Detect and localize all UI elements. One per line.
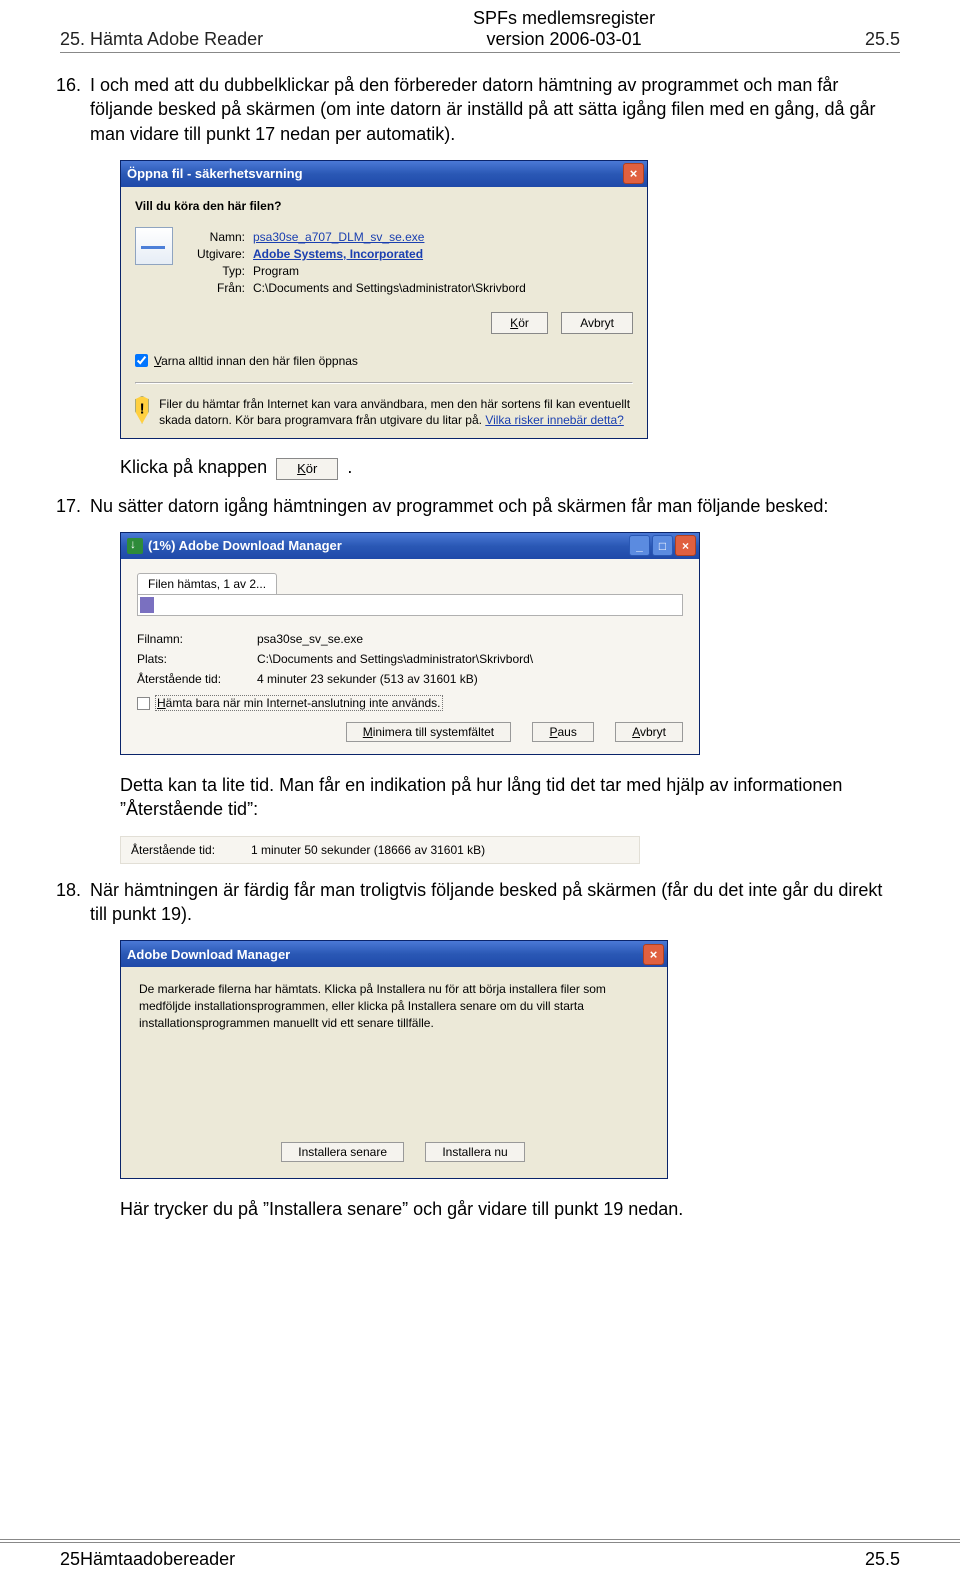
- install-dialog: Adobe Download Manager × De markerade fi…: [120, 940, 668, 1178]
- dialog1-question: Vill du köra den här filen?: [135, 199, 633, 213]
- publisher-link[interactable]: Adobe Systems, Incorporated: [253, 247, 633, 261]
- install-message: De markerade filerna har hämtats. Klicka…: [139, 981, 649, 1031]
- header-left: 25. Hämta Adobe Reader: [60, 29, 263, 50]
- page-footer: 25Hämtaadobereader 25.5: [0, 1539, 960, 1570]
- run-button[interactable]: Kör: [491, 312, 548, 334]
- page-header: 25. Hämta Adobe Reader SPFs medlemsregis…: [60, 0, 900, 53]
- header-right: 25.5: [865, 29, 900, 50]
- risk-link[interactable]: Vilka risker innebär detta?: [485, 413, 624, 427]
- close-icon[interactable]: ×: [675, 535, 696, 556]
- minimize-tray-button[interactable]: Minimera till systemfältet: [346, 722, 511, 742]
- download-icon: [127, 538, 143, 554]
- minimize-icon[interactable]: _: [629, 535, 650, 556]
- header-center: SPFs medlemsregister version 2006-03-01: [473, 8, 655, 50]
- install-later-button[interactable]: Installera senare: [281, 1142, 404, 1162]
- para-17b: Detta kan ta lite tid. Man får en indika…: [120, 773, 900, 822]
- warning-text: Filer du hämtar från Internet kan vara a…: [159, 396, 633, 428]
- click-kor-line: Klicka på knappen Kör .: [120, 457, 900, 479]
- remaining-time-snippet: Återstående tid:1 minuter 50 sekunder (1…: [120, 836, 640, 864]
- application-icon: [135, 227, 173, 265]
- progress-bar: [137, 594, 683, 616]
- kor-inline-button[interactable]: Kör: [276, 458, 338, 480]
- always-warn-checkbox[interactable]: Varna alltid innan den här filen öppnas: [135, 354, 633, 368]
- pause-button[interactable]: Paus: [532, 722, 593, 742]
- para-18: 18.När hämtningen är färdig får man trol…: [90, 878, 900, 927]
- security-warning-dialog: Öppna fil - säkerhetsvarning × Vill du k…: [120, 160, 648, 439]
- dialog2-titlebar: (1%) Adobe Download Manager _ □ ×: [121, 533, 699, 559]
- download-tab: Filen hämtas, 1 av 2...: [137, 573, 277, 594]
- install-now-button[interactable]: Installera nu: [425, 1142, 524, 1162]
- file-name-link[interactable]: psa30se_a707_DLM_sv_se.exe: [253, 230, 633, 244]
- close-icon[interactable]: ×: [643, 944, 664, 965]
- dialog3-titlebar: Adobe Download Manager ×: [121, 941, 667, 967]
- abort-button[interactable]: Avbryt: [615, 722, 683, 742]
- maximize-icon[interactable]: □: [652, 535, 673, 556]
- download-manager-dialog: (1%) Adobe Download Manager _ □ × Filen …: [120, 532, 700, 755]
- cancel-button[interactable]: Avbryt: [561, 312, 633, 334]
- close-icon[interactable]: ×: [623, 163, 644, 184]
- shield-icon: [135, 396, 149, 424]
- para-end: Här trycker du på ”Installera senare” oc…: [120, 1197, 900, 1221]
- para-17: 17.Nu sätter datorn igång hämtningen av …: [90, 494, 900, 518]
- dialog1-titlebar: Öppna fil - säkerhetsvarning ×: [121, 161, 647, 187]
- only-idle-checkbox[interactable]: Hämta bara när min Internet-anslutning i…: [137, 696, 683, 710]
- para-16: 16.I och med att du dubbelklickar på den…: [90, 73, 900, 146]
